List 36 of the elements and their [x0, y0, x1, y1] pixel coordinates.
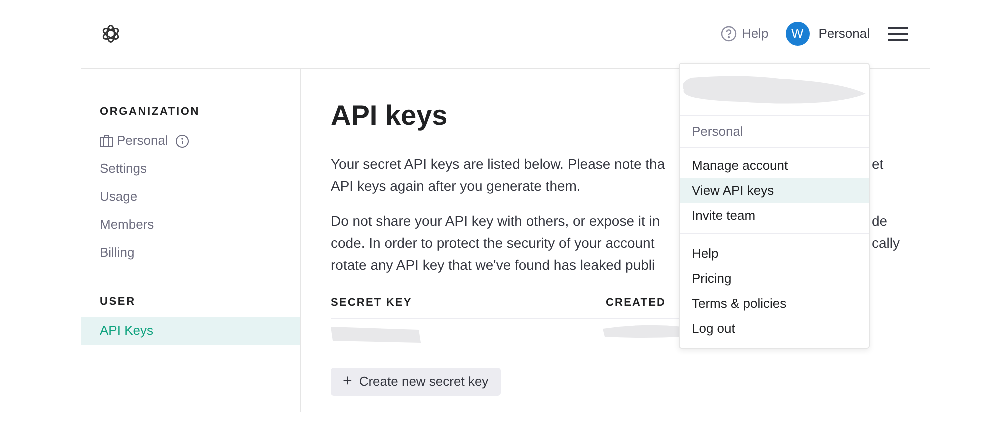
column-header: CREATED — [606, 296, 666, 311]
menu-item[interactable]: View API keys — [680, 178, 869, 203]
logo-icon[interactable] — [100, 23, 122, 45]
org-name: Personal — [117, 132, 168, 150]
create-key-button[interactable]: + Create new secret key — [331, 368, 501, 396]
section-heading: ORGANIZATION — [99, 105, 201, 120]
menu-account-label: Personal — [692, 122, 744, 141]
briefcase-icon — [100, 135, 113, 147]
paragraph-text: et — [872, 155, 884, 174]
paragraph-text: Your secret API keys are listed below. Please note tha — [331, 155, 666, 174]
paragraph-text: API keys again after you generate them. — [331, 177, 581, 196]
menu-item[interactable]: Log out — [680, 316, 869, 341]
avatar[interactable]: W — [786, 22, 810, 46]
sidebar-item[interactable]: Usage — [81, 183, 300, 211]
menu-item[interactable]: Pricing — [680, 266, 869, 291]
help-icon[interactable] — [720, 26, 737, 42]
paragraph-text: cally — [872, 234, 900, 253]
paragraph-text: rotate any API key that we've found has leaked publi — [331, 256, 656, 275]
sidebar-item[interactable]: Settings — [81, 155, 300, 183]
paragraph-text: de — [872, 212, 888, 231]
menu-icon[interactable] — [888, 26, 908, 42]
sidebar-item[interactable]: Billing — [81, 239, 300, 267]
info-icon[interactable] — [176, 134, 190, 148]
help-link[interactable]: Help — [742, 24, 769, 44]
sidebar-item[interactable]: Members — [81, 211, 300, 239]
paragraph-text: Do not share your API key with others, or expose it in — [331, 212, 660, 231]
menu-item[interactable]: Invite team — [680, 203, 869, 228]
sidebar-item[interactable]: Personal — [81, 127, 300, 155]
section-heading: USER — [99, 295, 137, 310]
paragraph-text: code. In order to protect the security of your account — [331, 234, 655, 253]
page-title: API keys — [331, 99, 448, 133]
menu-item[interactable]: Help — [680, 241, 869, 266]
menu-item[interactable]: Manage account — [680, 153, 869, 178]
account-name[interactable]: Personal — [818, 24, 870, 44]
menu-item[interactable]: Terms & policies — [680, 291, 869, 316]
column-header: SECRET KEY — [331, 296, 414, 311]
